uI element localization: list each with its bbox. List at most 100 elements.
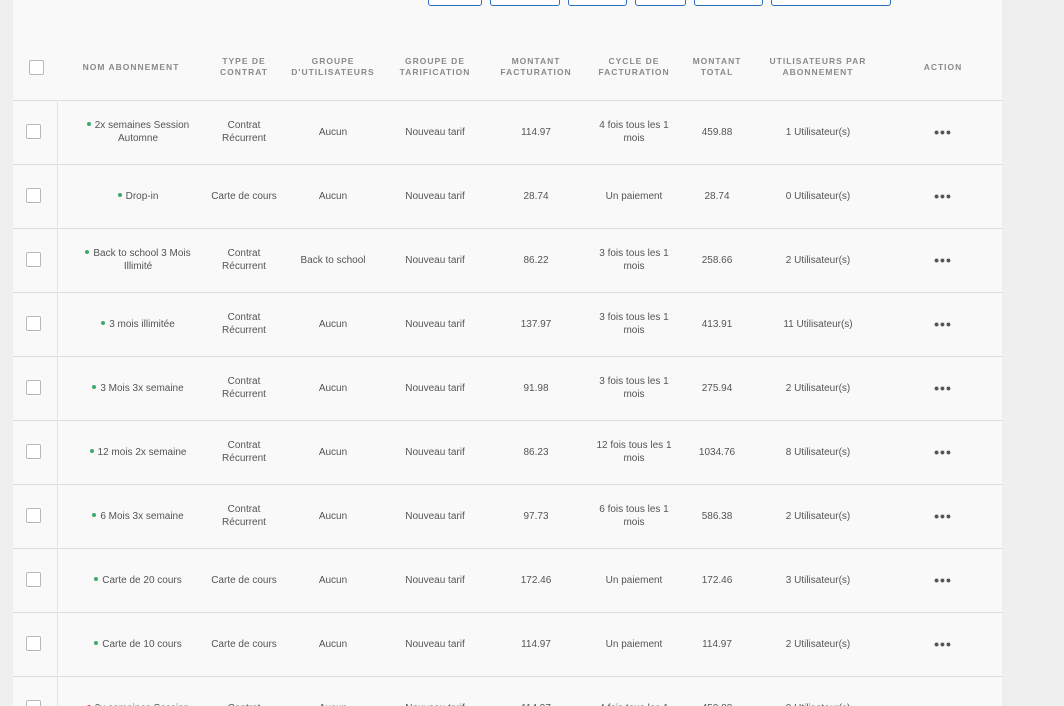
table-row[interactable]: 6 Mois 3x semaine Contrat Récurrent Aucun N… <box>13 484 1002 549</box>
row-users-count: 2 Utilisateur(s) <box>763 484 873 548</box>
row-total-amount: 28.74 <box>687 164 747 228</box>
table-row[interactable]: Carte de 20 cours Carte de cours Aucun Nouv… <box>13 548 1002 613</box>
row-billing-amount-text: 137.97 <box>520 318 552 330</box>
row-billing-amount-text: 28.74 <box>523 190 549 202</box>
row-contract-type: Contrat Récurrent <box>209 292 279 356</box>
row-checkbox[interactable] <box>26 444 41 459</box>
row-name[interactable]: 2x semaines Session <box>73 676 203 706</box>
header-user-group[interactable]: GROUPE D'UTILISATEURS <box>288 49 378 85</box>
row-user-group-text: Aucun <box>318 126 348 138</box>
row-billing-amount: 86.22 <box>494 228 578 292</box>
row-contract-type: Contrat Récurrent <box>209 228 279 292</box>
status-dot-icon <box>94 640 99 645</box>
status-dot-icon <box>117 192 122 197</box>
row-divider <box>57 100 58 164</box>
table-row[interactable]: 2x semaines Session Automne Contrat Récur… <box>13 100 1002 165</box>
row-billing-amount: 97.73 <box>494 484 578 548</box>
row-user-group-text: Aucun <box>318 190 348 202</box>
row-users-count-text: 2 Utilisateur(s) <box>785 638 851 650</box>
row-name-text: Carte de 20 cours <box>102 574 182 586</box>
row-users-count-text: 8 Utilisateur(s) <box>785 446 851 458</box>
row-billing-cycle: Un paiement <box>593 612 675 676</box>
row-checkbox[interactable] <box>26 380 41 395</box>
row-user-group: Aucun <box>288 164 378 228</box>
row-contract-type: Contrat Récurrent <box>209 484 279 548</box>
row-billing-amount-text: 114.97 <box>521 703 551 706</box>
row-more-actions-icon[interactable]: ••• <box>908 676 978 706</box>
row-billing-amount: 172.46 <box>494 548 578 612</box>
row-checkbox[interactable] <box>26 316 41 331</box>
row-divider <box>57 484 58 548</box>
row-users-count: 3 Utilisateur(s) <box>763 548 873 612</box>
header-pricing-group[interactable]: GROUPE DE TARIFICATION <box>393 49 477 85</box>
row-billing-cycle: Un paiement <box>593 548 675 612</box>
row-name-text: 3 mois illimitée <box>109 318 175 330</box>
table-row[interactable]: 2x semaines Session Contrat Aucun Nouveau t… <box>13 676 1002 706</box>
row-more-actions-icon[interactable]: ••• <box>908 164 978 228</box>
row-name[interactable]: Carte de 20 cours <box>73 548 203 612</box>
row-name[interactable]: Back to school 3 Mois Illimité <box>73 228 203 292</box>
select-all-checkbox[interactable] <box>29 60 44 75</box>
row-checkbox[interactable] <box>26 124 41 139</box>
table-row[interactable]: 3 Mois 3x semaine Contrat Récurrent Aucun N… <box>13 356 1002 421</box>
row-user-group-text: Back to school <box>300 254 366 266</box>
row-name[interactable]: Drop-in <box>73 164 203 228</box>
row-user-group: Aucun <box>288 612 378 676</box>
row-name[interactable]: 3 mois illimitée <box>73 292 203 356</box>
status-dot-icon <box>86 122 91 127</box>
table-row[interactable]: 12 mois 2x semaine Contrat Récurrent Aucun… <box>13 420 1002 485</box>
row-checkbox[interactable] <box>26 188 41 203</box>
row-more-actions-icon[interactable]: ••• <box>908 292 978 356</box>
row-checkbox[interactable] <box>26 508 41 523</box>
row-contract-type-text: Contrat Récurrent <box>222 440 266 464</box>
row-user-group: Aucun <box>288 548 378 612</box>
header-contract-type[interactable]: TYPE DE CONTRAT <box>209 49 279 85</box>
row-name[interactable]: 3 Mois 3x semaine <box>73 356 203 420</box>
header-billing-amount[interactable]: MONTANT FACTURATION <box>494 49 578 85</box>
row-name[interactable]: Carte de 10 cours <box>73 612 203 676</box>
row-divider <box>57 228 58 292</box>
header-action: ACTION <box>923 61 963 72</box>
row-users-count: 8 Utilisateur(s) <box>763 420 873 484</box>
row-more-actions-icon[interactable]: ••• <box>908 612 978 676</box>
row-users-count-text: 0 Utilisateur(s) <box>786 703 850 706</box>
row-checkbox[interactable] <box>26 700 41 706</box>
row-total-amount-text: 459.88 <box>702 703 733 706</box>
row-billing-amount-text: 86.23 <box>523 446 549 458</box>
row-billing-amount: 114.97 <box>494 612 578 676</box>
header-total-amount[interactable]: MONTANT TOTAL <box>687 49 747 85</box>
row-checkbox[interactable] <box>26 572 41 587</box>
row-checkbox[interactable] <box>26 636 41 651</box>
row-total-amount: 586.38 <box>687 484 747 548</box>
table-row[interactable]: Drop-in Carte de cours Aucun Nouveau tarif 2… <box>13 164 1002 229</box>
row-user-group: Aucun <box>288 100 378 164</box>
row-more-actions-icon[interactable]: ••• <box>908 420 978 484</box>
row-total-amount: 459.88 <box>687 100 747 164</box>
row-billing-amount-text: 86.22 <box>523 254 549 266</box>
row-pricing-group: Nouveau tarif <box>393 548 477 612</box>
row-name[interactable]: 2x semaines Session Automne <box>73 100 203 164</box>
row-billing-cycle-text: Un paiement <box>605 574 663 586</box>
row-more-actions-icon[interactable]: ••• <box>908 484 978 548</box>
row-name[interactable]: 12 mois 2x semaine <box>73 420 203 484</box>
row-contract-type-text: Contrat Récurrent <box>222 504 266 528</box>
row-name[interactable]: 6 Mois 3x semaine <box>73 484 203 548</box>
header-users-per-subscription[interactable]: UTILISATEURS PAR ABONNEMENT <box>763 49 873 85</box>
table-row[interactable]: Back to school 3 Mois Illimité Contrat Ré… <box>13 228 1002 293</box>
row-billing-amount-text: 91.98 <box>523 382 549 394</box>
row-more-actions-icon[interactable]: ••• <box>908 548 978 612</box>
row-name-text: 3 Mois 3x semaine <box>100 382 184 394</box>
row-total-amount: 413.91 <box>687 292 747 356</box>
table-row[interactable]: Carte de 10 cours Carte de cours Aucun Nouv… <box>13 612 1002 677</box>
table-row[interactable]: 3 mois illimitée Contrat Récurrent Aucun No… <box>13 292 1002 357</box>
row-billing-cycle: 3 fois tous les 1 mois <box>593 228 675 292</box>
header-billing-cycle[interactable]: CYCLE DE FACTURATION <box>593 49 675 85</box>
row-checkbox[interactable] <box>26 252 41 267</box>
row-pricing-group-text: Nouveau tarif <box>405 638 465 650</box>
row-more-actions-icon[interactable]: ••• <box>908 228 978 292</box>
row-more-actions-icon[interactable]: ••• <box>908 356 978 420</box>
row-billing-cycle-text: 3 fois tous les 1 mois <box>599 312 669 336</box>
header-name[interactable]: NOM ABONNEMENT <box>73 49 189 85</box>
row-more-actions-icon[interactable]: ••• <box>908 100 978 164</box>
row-total-amount-text: 114.97 <box>702 638 732 650</box>
